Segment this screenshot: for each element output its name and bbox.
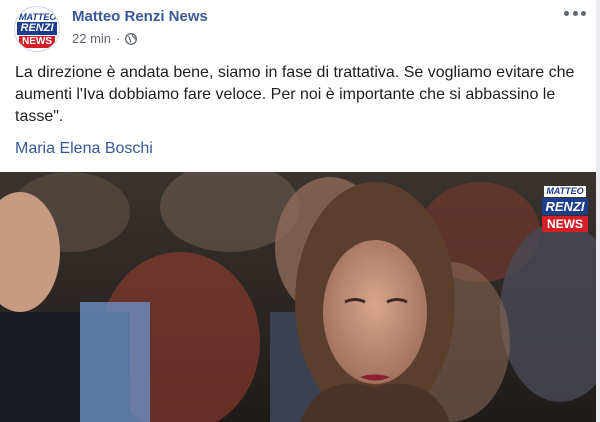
- page-avatar[interactable]: MATTEO RENZI NEWS: [14, 6, 60, 52]
- post-photo[interactable]: [0, 172, 600, 422]
- meta-separator: ·: [116, 31, 121, 46]
- watermark-line1: MATTEO: [544, 186, 586, 197]
- scrollbar[interactable]: [596, 0, 600, 422]
- news-watermark-logo: MATTEO RENZI NEWS: [542, 186, 588, 234]
- facebook-post: MATTEO RENZI NEWS Matteo Renzi News 22 m…: [0, 0, 600, 422]
- globe-icon[interactable]: [125, 32, 138, 45]
- post-meta: 22 min ·: [72, 31, 138, 46]
- more-options-icon[interactable]: [564, 6, 586, 20]
- post-timestamp[interactable]: 22 min: [72, 31, 111, 46]
- post-text: La direzione è andata bene, siamo in fas…: [15, 64, 575, 125]
- avatar-logo-line3: NEWS: [19, 36, 55, 48]
- page-name-link[interactable]: Matteo Renzi News: [72, 8, 208, 25]
- photo-illustration: [0, 172, 600, 422]
- avatar-logo-line1: MATTEO: [19, 12, 57, 22]
- watermark-line3: NEWS: [542, 216, 588, 232]
- post-author-link[interactable]: Maria Elena Boschi: [15, 140, 153, 158]
- post-header: MATTEO RENZI NEWS Matteo Renzi News 22 m…: [0, 0, 600, 56]
- watermark-line2: RENZI: [542, 198, 588, 215]
- avatar-logo-line2: RENZI: [17, 22, 57, 35]
